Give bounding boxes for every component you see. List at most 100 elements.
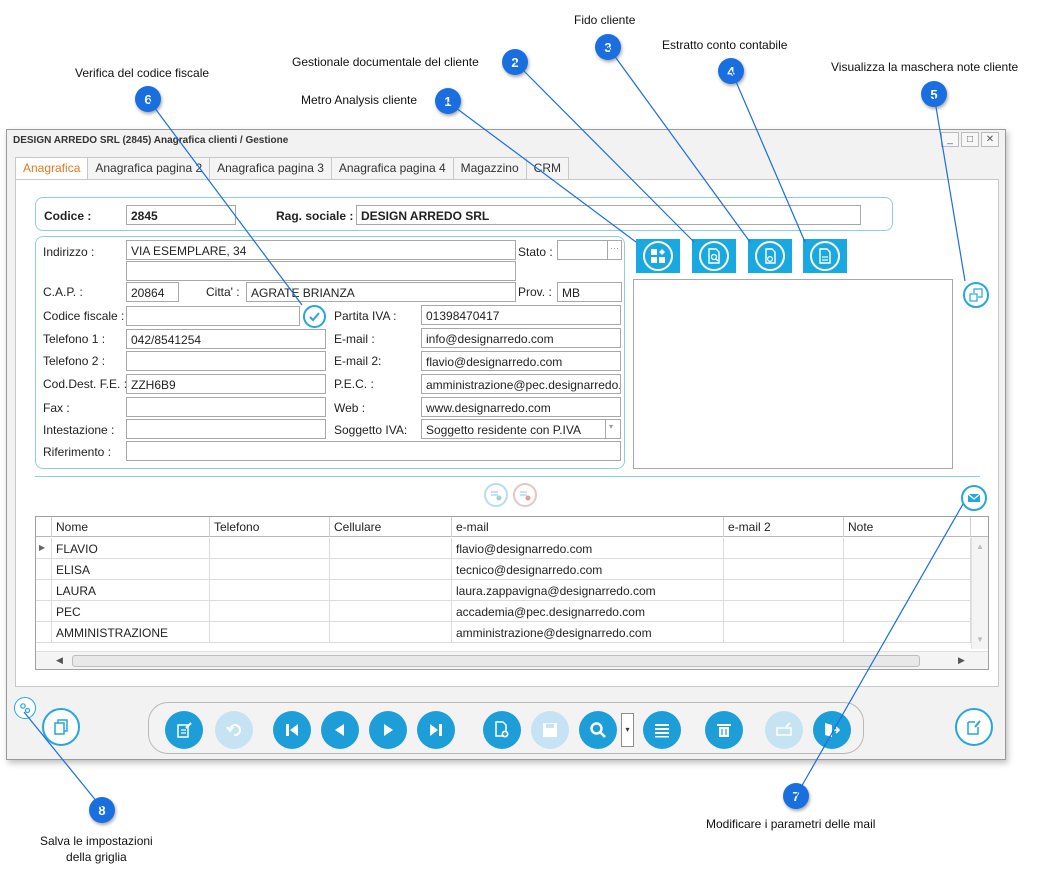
table-cell-email[interactable]: amministrazione@designarredo.com: [452, 622, 724, 643]
tab-anagrafica-pagina-2[interactable]: Anagrafica pagina 2: [87, 157, 211, 179]
table-cell-nome[interactable]: FLAVIO: [52, 538, 210, 559]
current-row-indicator[interactable]: ▶: [36, 538, 52, 559]
column-header-telefono[interactable]: Telefono: [210, 517, 330, 537]
exit-button[interactable]: [813, 711, 851, 749]
indirizzo-field[interactable]: VIA ESEMPLARE, 34: [126, 240, 516, 260]
tab-crm[interactable]: CRM: [525, 157, 569, 179]
verify-codice-fiscale-button[interactable]: [303, 305, 326, 328]
intestazione-field[interactable]: [126, 419, 326, 439]
prov-field[interactable]: MB: [557, 282, 622, 302]
horizontal-scrollbar[interactable]: ◀ ▶: [36, 651, 988, 669]
table-cell-email[interactable]: flavio@designarredo.com: [452, 538, 724, 559]
contacts-grid[interactable]: Nome Telefono Cellulare e-mail e-mail 2 …: [35, 516, 989, 670]
previous-record-button[interactable]: [321, 711, 359, 749]
estratto-conto-button[interactable]: [803, 239, 847, 273]
table-cell-note[interactable]: [844, 622, 971, 643]
email-field[interactable]: info@designarredo.com: [421, 328, 621, 348]
tab-anagrafica-pagina-3[interactable]: Anagrafica pagina 3: [209, 157, 332, 179]
row-indicator[interactable]: [36, 559, 52, 580]
pec-field[interactable]: amministrazione@pec.designarredo.: [421, 374, 621, 394]
last-record-button[interactable]: [417, 711, 455, 749]
table-cell-cellulare[interactable]: [330, 538, 452, 559]
notes-preview-area[interactable]: [633, 279, 953, 469]
first-record-button[interactable]: [273, 711, 311, 749]
partita-iva-field[interactable]: 01398470417: [421, 305, 621, 325]
table-cell-email2[interactable]: [724, 601, 844, 622]
indirizzo2-field[interactable]: [126, 261, 516, 281]
column-header-email2[interactable]: e-mail 2: [724, 517, 844, 537]
codice-fiscale-field[interactable]: [126, 306, 300, 326]
table-cell-telefono[interactable]: [210, 601, 330, 622]
horizontal-scroll-thumb[interactable]: [72, 655, 920, 667]
close-button[interactable]: ✕: [981, 132, 999, 147]
delete-record-button[interactable]: [705, 711, 743, 749]
fax-field[interactable]: [126, 397, 326, 417]
minimize-button[interactable]: _: [941, 132, 959, 147]
row-indicator[interactable]: [36, 622, 52, 643]
stato-picker-button[interactable]: ···: [607, 240, 622, 260]
search-button[interactable]: [579, 711, 617, 749]
table-cell-nome[interactable]: ELISA: [52, 559, 210, 580]
table-cell-email2[interactable]: [724, 622, 844, 643]
table-cell-cellulare[interactable]: [330, 580, 452, 601]
edit-form-button[interactable]: [955, 708, 993, 746]
table-cell-telefono[interactable]: [210, 622, 330, 643]
document-management-button[interactable]: [692, 239, 736, 273]
cap-field[interactable]: 20864: [126, 282, 179, 302]
print-button[interactable]: [765, 711, 803, 749]
scroll-down-icon[interactable]: ▼: [976, 635, 984, 644]
row-indicator[interactable]: [36, 580, 52, 601]
undo-button[interactable]: [215, 711, 253, 749]
metro-analysis-button[interactable]: [636, 239, 680, 273]
tab-anagrafica-pagina-4[interactable]: Anagrafica pagina 4: [330, 157, 454, 179]
maximize-button[interactable]: □: [961, 132, 979, 147]
table-cell-telefono[interactable]: [210, 580, 330, 601]
open-notes-button[interactable]: [963, 282, 989, 308]
table-cell-note[interactable]: [844, 559, 971, 580]
ragsoc-field[interactable]: DESIGN ARREDO SRL: [356, 205, 861, 225]
telefono1-field[interactable]: 042/8541254: [126, 329, 326, 349]
table-cell-email2[interactable]: [724, 580, 844, 601]
save-grid-settings-button[interactable]: [14, 697, 36, 719]
remove-contact-button[interactable]: [513, 483, 537, 507]
column-header-note[interactable]: Note: [844, 517, 971, 537]
mail-settings-button[interactable]: [961, 485, 987, 511]
table-cell-cellulare[interactable]: [330, 559, 452, 580]
table-cell-telefono[interactable]: [210, 538, 330, 559]
search-options-dropdown[interactable]: ▾: [621, 713, 634, 747]
scroll-up-icon[interactable]: ▲: [976, 542, 984, 551]
email2-field[interactable]: flavio@designarredo.com: [421, 351, 621, 371]
column-header-nome[interactable]: Nome: [52, 517, 210, 537]
tab-anagrafica[interactable]: Anagrafica: [15, 157, 89, 180]
edit-record-button[interactable]: [165, 711, 203, 749]
table-cell-email[interactable]: laura.zappavigna@designarredo.com: [452, 580, 724, 601]
table-cell-note[interactable]: [844, 580, 971, 601]
cod-dest-field[interactable]: ZZH6B9: [126, 374, 326, 394]
web-field[interactable]: www.designarredo.com: [421, 397, 621, 417]
riferimento-field[interactable]: [126, 441, 621, 461]
table-cell-email[interactable]: tecnico@designarredo.com: [452, 559, 724, 580]
table-cell-nome[interactable]: LAURA: [52, 580, 210, 601]
table-cell-email[interactable]: accademia@pec.designarredo.com: [452, 601, 724, 622]
duplicate-record-button[interactable]: [42, 708, 80, 746]
table-cell-nome[interactable]: PEC: [52, 601, 210, 622]
table-cell-note[interactable]: [844, 538, 971, 559]
soggetto-iva-select[interactable]: Soggetto residente con P.IVA: [421, 419, 606, 439]
tab-magazzino[interactable]: Magazzino: [452, 157, 527, 179]
add-contact-button[interactable]: [484, 483, 508, 507]
table-cell-note[interactable]: [844, 601, 971, 622]
stato-field[interactable]: [557, 240, 609, 260]
list-view-button[interactable]: [643, 711, 681, 749]
row-indicator[interactable]: [36, 601, 52, 622]
scroll-right-icon[interactable]: ▶: [958, 655, 965, 666]
column-header-email[interactable]: e-mail: [452, 517, 724, 537]
vertical-scrollbar[interactable]: ▲ ▼: [971, 537, 988, 649]
codice-field[interactable]: 2845: [126, 205, 236, 225]
table-cell-email2[interactable]: [724, 538, 844, 559]
table-cell-cellulare[interactable]: [330, 601, 452, 622]
column-header-cellulare[interactable]: Cellulare: [330, 517, 452, 537]
citta-field[interactable]: AGRATE BRIANZA: [246, 282, 516, 302]
table-cell-telefono[interactable]: [210, 559, 330, 580]
fido-cliente-button[interactable]: [748, 239, 792, 273]
scroll-left-icon[interactable]: ◀: [56, 655, 63, 666]
